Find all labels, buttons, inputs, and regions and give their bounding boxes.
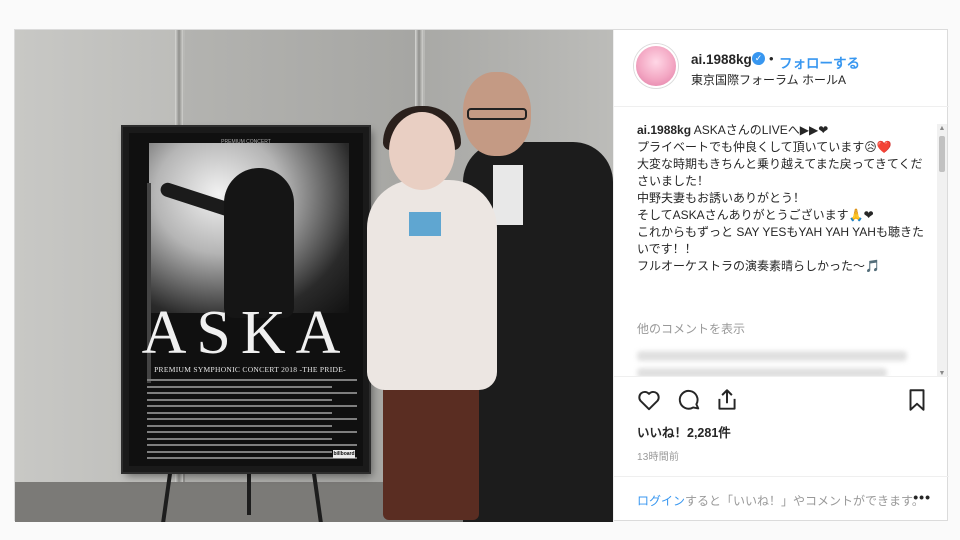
blurred-comment bbox=[637, 351, 907, 361]
comments-section[interactable]: ai.1988kg ASKAさんのLIVEへ▶︎▶︎❤ プライベートでも仲良くし… bbox=[614, 107, 949, 376]
username-link[interactable]: ai.1988kg bbox=[691, 52, 752, 67]
scrollbar-thumb[interactable] bbox=[939, 136, 945, 172]
caption-line: プライベートでも仲良くして頂いています😥❤️ bbox=[637, 140, 892, 154]
scrollbar[interactable]: ▲ ▼ bbox=[937, 124, 947, 376]
heart-icon[interactable] bbox=[636, 387, 662, 413]
login-link[interactable]: ログイン bbox=[637, 494, 685, 508]
verified-badge-icon: ✓ bbox=[752, 52, 765, 65]
instagram-post: PREMIUM CONCERT ASKA PREMIUM SYMPHONIC C… bbox=[14, 29, 949, 522]
woman-head bbox=[389, 112, 455, 190]
caption-line: これからもずっと SAY YESもYAH YAH YAHも聴きたいです！！ bbox=[637, 225, 924, 256]
post-header: ai.1988kg ✓ • フォローする 東京国際フォーラム ホールA bbox=[614, 30, 949, 107]
avatar[interactable] bbox=[634, 44, 678, 88]
like-count[interactable]: いいね！2,281件 bbox=[637, 422, 731, 441]
post-photo[interactable]: PREMIUM CONCERT ASKA PREMIUM SYMPHONIC C… bbox=[15, 30, 613, 522]
woman-legs bbox=[383, 375, 479, 520]
action-bar bbox=[614, 376, 949, 420]
blurred-comment bbox=[637, 368, 887, 376]
poster-schedule bbox=[147, 379, 357, 464]
caption-line: フルオーケストラの演奏素晴らしかった〜🎵 bbox=[637, 259, 880, 273]
man-shirt bbox=[493, 165, 523, 225]
woman-badge bbox=[409, 212, 441, 236]
caption-line: 大変な時期もきちんと乗り越えてまた戻ってきてくださいました！ bbox=[637, 157, 923, 188]
poster-top-text: PREMIUM CONCERT bbox=[221, 139, 271, 145]
view-more-comments-button[interactable]: 他のコメントを表示 bbox=[637, 320, 745, 337]
caption: ai.1988kg ASKAさんのLIVEへ▶︎▶︎❤ プライベートでも仲良くし… bbox=[637, 122, 925, 275]
login-prompt-text: すると「いいね！」やコメントができます。 bbox=[685, 494, 924, 508]
caption-line: ASKAさんのLIVEへ▶︎▶︎❤ bbox=[693, 123, 829, 137]
comment-icon[interactable] bbox=[676, 387, 702, 413]
login-message: ログインすると「いいね！」やコメントができます。 bbox=[637, 492, 924, 509]
singer-silhouette bbox=[224, 168, 294, 318]
man-glasses bbox=[467, 108, 527, 120]
post-timestamp[interactable]: 13時間前 bbox=[637, 448, 679, 463]
caption-username[interactable]: ai.1988kg bbox=[637, 123, 691, 137]
post-sidebar: ai.1988kg ✓ • フォローする 東京国際フォーラム ホールA ai.1… bbox=[613, 30, 949, 522]
poster-title: ASKA bbox=[141, 299, 351, 367]
concert-poster: PREMIUM CONCERT ASKA PREMIUM SYMPHONIC C… bbox=[123, 127, 369, 472]
poster-subtitle: PREMIUM SYMPHONIC CONCERT 2018 -THE PRID… bbox=[154, 365, 346, 374]
separator-dot: • bbox=[769, 51, 774, 66]
poster-logo: billboard bbox=[333, 450, 355, 458]
more-options-icon[interactable]: ••• bbox=[913, 489, 931, 505]
follow-button[interactable]: フォローする bbox=[779, 52, 860, 72]
caption-line: 中野夫妻もお誘いありがとう！ bbox=[637, 191, 806, 205]
caption-line: そしてASKAさんありがとうございます🙏❤ bbox=[637, 208, 874, 222]
scroll-up-icon[interactable]: ▲ bbox=[938, 125, 946, 133]
location-link[interactable]: 東京国際フォーラム ホールA bbox=[691, 71, 846, 88]
login-prompt: ログインすると「いいね！」やコメントができます。 ••• bbox=[614, 476, 949, 522]
easel-leg bbox=[247, 470, 251, 515]
share-icon[interactable] bbox=[714, 387, 740, 413]
bookmark-icon[interactable] bbox=[904, 387, 930, 413]
